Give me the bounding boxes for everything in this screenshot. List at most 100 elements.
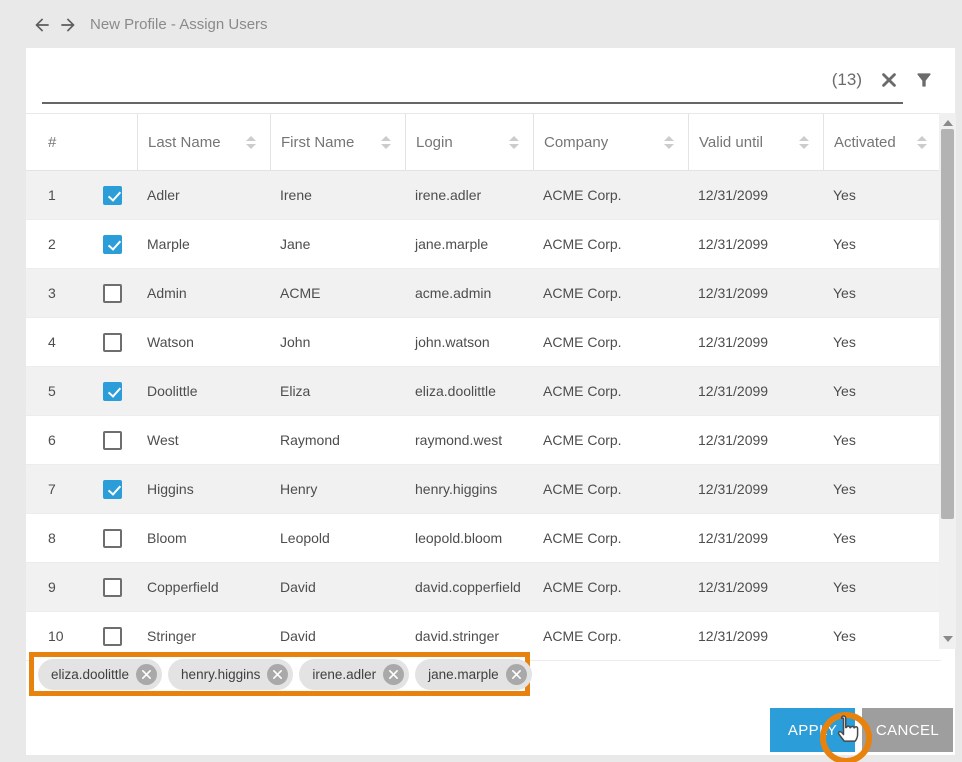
column-header-activated[interactable]: Activated (823, 114, 941, 170)
cell-first-name: Jane (270, 236, 405, 252)
cell-last-name: Adler (137, 187, 270, 203)
sort-icon (917, 136, 927, 149)
table-row[interactable]: 7 Higgins Henry henry.higgins ACME Corp.… (26, 465, 941, 514)
cell-company: ACME Corp. (533, 285, 688, 301)
row-checkbox[interactable] (103, 284, 122, 303)
table-row[interactable]: 8 Bloom Leopold leopold.bloom ACME Corp.… (26, 514, 941, 563)
table-row[interactable]: 9 Copperfield David david.copperfield AC… (26, 563, 941, 612)
row-number: 2 (48, 236, 103, 252)
chip-remove-icon[interactable] (136, 664, 157, 685)
row-number: 1 (48, 187, 103, 203)
cell-last-name: Stringer (137, 628, 270, 644)
cell-last-name: Admin (137, 285, 270, 301)
chip-selected-user: eliza.doolittle (38, 659, 162, 690)
row-number: 5 (48, 383, 103, 399)
cell-first-name: David (270, 628, 405, 644)
scroll-up-icon[interactable] (943, 120, 953, 126)
sort-icon (799, 136, 809, 149)
column-header-company[interactable]: Company (533, 114, 688, 170)
cell-valid-until: 12/31/2099 (688, 628, 823, 644)
filter-input[interactable] (42, 68, 903, 104)
cell-activated: Yes (823, 628, 941, 644)
table-header-row: # Last Name First Name Login Company Val… (26, 113, 941, 171)
row-number: 3 (48, 285, 103, 301)
row-number: 6 (48, 432, 103, 448)
cell-valid-until: 12/31/2099 (688, 579, 823, 595)
column-header-valid-until[interactable]: Valid until (688, 114, 823, 170)
clear-filter-icon[interactable] (879, 70, 899, 90)
scroll-down-icon[interactable] (943, 636, 953, 642)
cell-login: eliza.doolittle (405, 383, 533, 399)
cell-login: irene.adler (405, 187, 533, 203)
hand-cursor-icon (829, 714, 861, 750)
cell-activated: Yes (823, 579, 941, 595)
cell-first-name: Leopold (270, 530, 405, 546)
row-checkbox[interactable] (103, 333, 122, 352)
chip-label: eliza.doolittle (51, 667, 129, 682)
chip-selected-user: henry.higgins (168, 659, 293, 690)
cell-valid-until: 12/31/2099 (688, 530, 823, 546)
cell-first-name: Eliza (270, 383, 405, 399)
row-number: 8 (48, 530, 103, 546)
column-header-last-name[interactable]: Last Name (137, 114, 270, 170)
cell-company: ACME Corp. (533, 334, 688, 350)
column-header-first-name[interactable]: First Name (270, 114, 405, 170)
chip-selected-user: jane.marple (415, 659, 532, 690)
chip-remove-icon[interactable] (267, 664, 288, 685)
chip-remove-icon[interactable] (506, 664, 527, 685)
row-checkbox[interactable] (103, 431, 122, 450)
table-row[interactable]: 3 Admin ACME acme.admin ACME Corp. 12/31… (26, 269, 941, 318)
row-checkbox[interactable] (103, 235, 122, 254)
cell-activated: Yes (823, 530, 941, 546)
table-row[interactable]: 4 Watson John john.watson ACME Corp. 12/… (26, 318, 941, 367)
cell-last-name: Watson (137, 334, 270, 350)
row-checkbox[interactable] (103, 480, 122, 499)
cell-first-name: David (270, 579, 405, 595)
cancel-button[interactable]: CANCEL (862, 708, 953, 752)
assign-users-dialog: New Profile - Assign Users (13) # Last N… (0, 0, 962, 762)
cell-activated: Yes (823, 285, 941, 301)
row-checkbox[interactable] (103, 627, 122, 646)
row-checkbox[interactable] (103, 186, 122, 205)
cell-company: ACME Corp. (533, 481, 688, 497)
filter-funnel-icon[interactable] (914, 70, 934, 90)
cell-company: ACME Corp. (533, 628, 688, 644)
sort-icon (381, 136, 391, 149)
cell-valid-until: 12/31/2099 (688, 285, 823, 301)
cell-company: ACME Corp. (533, 432, 688, 448)
cell-company: ACME Corp. (533, 236, 688, 252)
cell-valid-until: 12/31/2099 (688, 187, 823, 203)
cell-last-name: Higgins (137, 481, 270, 497)
table-row[interactable]: 1 Adler Irene irene.adler ACME Corp. 12/… (26, 171, 941, 220)
row-checkbox[interactable] (103, 578, 122, 597)
cell-login: leopold.bloom (405, 530, 533, 546)
chip-remove-icon[interactable] (383, 664, 404, 685)
cell-login: acme.admin (405, 285, 533, 301)
cell-activated: Yes (823, 187, 941, 203)
row-checkbox[interactable] (103, 529, 122, 548)
table-row[interactable]: 6 West Raymond raymond.west ACME Corp. 1… (26, 416, 941, 465)
cell-valid-until: 12/31/2099 (688, 236, 823, 252)
users-table: # Last Name First Name Login Company Val… (26, 113, 941, 661)
cell-activated: Yes (823, 432, 941, 448)
table-row[interactable]: 2 Marple Jane jane.marple ACME Corp. 12/… (26, 220, 941, 269)
sort-icon (246, 136, 256, 149)
column-header-login[interactable]: Login (405, 114, 533, 170)
cell-login: david.copperfield (405, 579, 533, 595)
cell-last-name: Bloom (137, 530, 270, 546)
table-row[interactable]: 5 Doolittle Eliza eliza.doolittle ACME C… (26, 367, 941, 416)
cell-first-name: Raymond (270, 432, 405, 448)
table-scrollbar[interactable] (939, 113, 956, 649)
sort-icon (509, 136, 519, 149)
back-arrow-icon[interactable] (32, 15, 52, 35)
forward-arrow-icon[interactable] (58, 15, 78, 35)
row-checkbox[interactable] (103, 382, 122, 401)
cell-first-name: John (270, 334, 405, 350)
selected-users-highlight-box: eliza.doolittle henry.higgins irene.adle… (29, 652, 530, 696)
chip-label: irene.adler (312, 667, 376, 682)
scrollbar-thumb[interactable] (941, 129, 954, 519)
chip-selected-user: irene.adler (299, 659, 409, 690)
cell-first-name: ACME (270, 285, 405, 301)
dialog-panel: (13) # Last Name First Name Login Compan… (26, 48, 955, 755)
cell-activated: Yes (823, 334, 941, 350)
